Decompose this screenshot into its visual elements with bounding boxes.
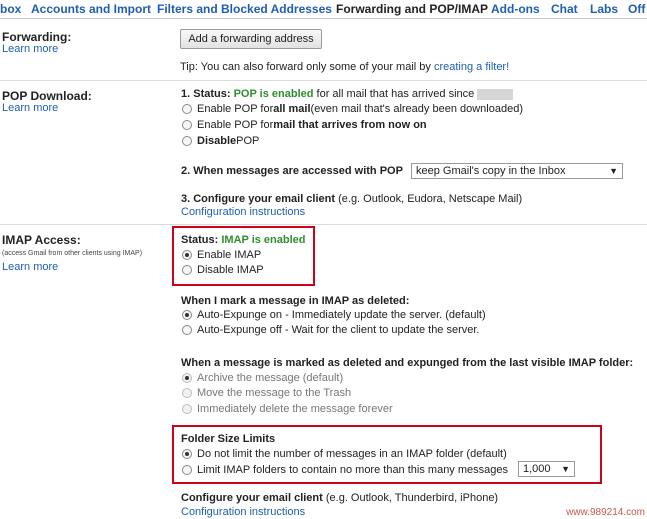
dropdown-arrow-icon: ▼	[561, 464, 570, 474]
radio-selected-icon[interactable]	[182, 449, 192, 459]
forwarding-title: Forwarding:	[2, 30, 72, 44]
no-folder-limit-label: Do not limit the number of messages in a…	[197, 448, 507, 460]
radio-icon[interactable]	[182, 136, 192, 146]
imap-learn-more-link[interactable]: Learn more	[2, 261, 58, 273]
pop-access-text: 2. When messages are accessed with POP	[181, 165, 403, 177]
pop-option-from-now-on[interactable]: Enable POP for mail that arrives from no…	[182, 119, 427, 131]
redacted-date	[477, 88, 514, 100]
imap-configuration-instructions-link[interactable]: Configuration instructions	[181, 506, 305, 518]
radio-icon[interactable]	[182, 465, 192, 475]
imap-disable-option[interactable]: Disable IMAP	[182, 264, 264, 276]
imap-expunged-title-text: When a message is marked as deleted and …	[181, 357, 634, 369]
imap-enable-option[interactable]: Enable IMAP	[182, 249, 261, 261]
folder-size-limits-text: Folder Size Limits	[181, 433, 276, 445]
tab-add-ons[interactable]: Add-ons	[491, 2, 540, 16]
watermark: www.989214.com	[566, 507, 645, 518]
pop-option-suffix: (even mail that's already been downloade…	[310, 103, 523, 115]
imap-status-line: Status: IMAP is enabled	[181, 234, 306, 246]
forwarding-learn-more-link[interactable]: Learn more	[2, 43, 58, 55]
pop-status-value: POP is enabled	[233, 88, 314, 100]
pop-status-suffix: for all mail that has arrived since	[313, 88, 475, 100]
pop-access-label: 2. When messages are accessed with POP	[181, 165, 403, 177]
pop-download-title: POP Download:	[2, 89, 92, 103]
pop-configure-line: 3. Configure your email client (e.g. Out…	[181, 193, 522, 205]
archive-message-option[interactable]: Archive the message (default)	[182, 372, 343, 384]
pop-access-select[interactable]: keep Gmail's copy in the Inbox ▼	[411, 163, 623, 179]
imap-enable-label: Enable IMAP	[197, 249, 262, 261]
pop-status-label: 1. Status:	[181, 88, 234, 100]
delete-forever-option[interactable]: Immediately delete the message forever	[182, 403, 393, 415]
auto-expunge-off-option[interactable]: Auto-Expunge off - Wait for the client t…	[182, 324, 480, 336]
auto-expunge-off-label: Auto-Expunge off - Wait for the client t…	[197, 324, 480, 336]
pop-configuration-instructions-link[interactable]: Configuration instructions	[181, 206, 305, 218]
auto-expunge-on-label: Auto-Expunge on - Immediately update the…	[197, 309, 486, 321]
radio-selected-icon[interactable]	[182, 310, 192, 320]
radio-selected-icon[interactable]	[182, 250, 192, 260]
imap-deleted-title-text: When I mark a message in IMAP as deleted…	[181, 295, 410, 307]
imap-access-title: IMAP Access:	[2, 233, 81, 247]
tab-filters-and-blocked-addresses[interactable]: Filters and Blocked Addresses	[157, 2, 332, 16]
pop-option-all-mail[interactable]: Enable POP for all mail (even mail that'…	[182, 103, 523, 115]
radio-icon[interactable]	[182, 120, 192, 130]
pop-option-bold: mail that arrives from now on	[273, 119, 427, 131]
imap-disable-label: Disable IMAP	[197, 264, 264, 276]
imap-access-note: (access Gmail from other clients using I…	[2, 250, 143, 257]
radio-selected-icon[interactable]	[182, 373, 192, 383]
imap-configure-bold: Configure your email client	[181, 492, 323, 504]
radio-icon[interactable]	[182, 388, 192, 398]
forwarding-tip-text: Tip: You can also forward only some of y…	[180, 61, 434, 73]
radio-icon[interactable]	[182, 404, 192, 414]
radio-icon[interactable]	[182, 104, 192, 114]
tab-inbox[interactable]: box	[0, 2, 21, 16]
tab-accounts-and-import[interactable]: Accounts and Import	[31, 2, 151, 16]
folder-limit-select[interactable]: 1,000 ▼	[518, 461, 575, 477]
folder-size-limits-title: Folder Size Limits	[181, 433, 275, 445]
imap-deleted-title: When I mark a message in IMAP as deleted…	[181, 295, 409, 307]
move-to-trash-option[interactable]: Move the message to the Trash	[182, 387, 351, 399]
pop-option-suffix: POP	[236, 135, 260, 147]
pop-configure-suffix: (e.g. Outlook, Eudora, Netscape Mail)	[335, 193, 523, 205]
tab-chat[interactable]: Chat	[551, 2, 578, 16]
dropdown-arrow-icon: ▼	[609, 166, 618, 176]
pop-learn-more-link[interactable]: Learn more	[2, 102, 58, 114]
tab-offline[interactable]: Off	[628, 2, 645, 16]
forwarding-tip: Tip: You can also forward only some of y…	[180, 61, 509, 73]
auto-expunge-on-option[interactable]: Auto-Expunge on - Immediately update the…	[182, 309, 486, 321]
tab-forwarding-pop-imap[interactable]: Forwarding and POP/IMAP	[336, 2, 488, 16]
pop-status-line: 1. Status: POP is enabled for all mail t…	[181, 88, 514, 100]
folder-limit-value: 1,000	[523, 463, 551, 475]
no-folder-limit-option[interactable]: Do not limit the number of messages in a…	[182, 448, 507, 460]
pop-configure-bold: 3. Configure your email client	[181, 193, 336, 205]
imap-expunged-title: When a message is marked as deleted and …	[181, 357, 633, 369]
pop-option-disable[interactable]: Disable POP	[182, 135, 259, 147]
settings-tab-bar: box Accounts and Import Filters and Bloc…	[0, 0, 647, 19]
pop-option-bold: all mail	[273, 103, 311, 115]
imap-status-label: Status:	[181, 234, 222, 246]
tab-labs[interactable]: Labs	[590, 2, 618, 16]
archive-message-label: Archive the message (default)	[197, 372, 344, 384]
section-divider	[0, 224, 647, 225]
section-divider	[0, 80, 647, 81]
imap-configure-line: Configure your email client (e.g. Outloo…	[181, 492, 498, 504]
pop-option-label: Enable POP for	[197, 103, 274, 115]
add-forwarding-address-button[interactable]: Add a forwarding address	[180, 29, 322, 49]
delete-forever-label: Immediately delete the message forever	[197, 403, 393, 415]
move-to-trash-label: Move the message to the Trash	[197, 387, 352, 399]
radio-icon[interactable]	[182, 325, 192, 335]
creating-filter-link[interactable]: creating a filter!	[434, 61, 509, 73]
pop-access-select-value: keep Gmail's copy in the Inbox	[416, 165, 566, 177]
pop-option-label: Enable POP for	[197, 119, 274, 131]
limit-folder-option[interactable]: Limit IMAP folders to contain no more th…	[182, 464, 508, 476]
limit-folder-label: Limit IMAP folders to contain no more th…	[197, 464, 508, 476]
imap-status-value: IMAP is enabled	[221, 234, 306, 246]
radio-icon[interactable]	[182, 265, 192, 275]
pop-option-bold: Disable	[197, 135, 237, 147]
imap-configure-suffix: (e.g. Outlook, Thunderbird, iPhone)	[322, 492, 499, 504]
